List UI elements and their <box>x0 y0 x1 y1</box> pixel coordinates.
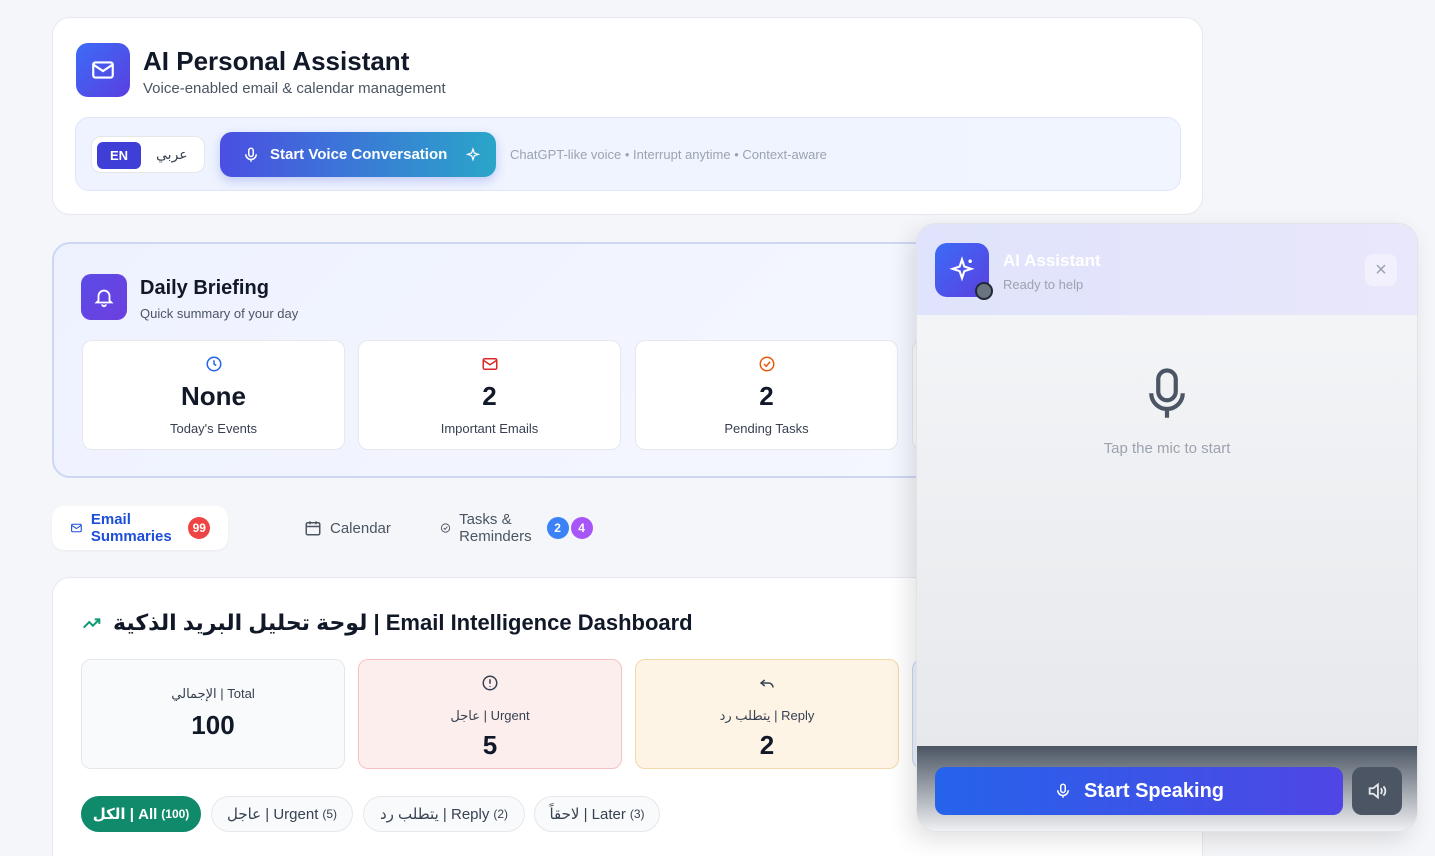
sparkles-icon <box>466 146 481 162</box>
mail-icon <box>71 523 82 533</box>
mail-icon <box>76 43 130 97</box>
status-indicator <box>975 282 993 300</box>
tab-email-summaries[interactable]: Email Summaries 99 <box>52 506 229 550</box>
header-card: AI Personal Assistant Voice-enabled emai… <box>52 17 1203 215</box>
tap-mic-hint: Tap the mic to start <box>1103 440 1231 457</box>
metric-value: 2 <box>759 730 775 760</box>
dashboard-title: لوحة تحليل البريد الذكية | Email Intelli… <box>81 610 693 636</box>
trending-up-icon <box>83 618 101 629</box>
metric-urgent[interactable]: عاجل | Urgent 5 <box>358 659 622 769</box>
stat-tasks[interactable]: 2 Pending Tasks <box>635 340 898 450</box>
unread-count-badge: 99 <box>188 517 211 539</box>
stat-events[interactable]: None Today's Events <box>82 340 345 450</box>
lang-en-button[interactable]: EN <box>97 142 141 169</box>
filter-urgent-chip[interactable]: عاجل | Urgent (5) <box>211 796 353 832</box>
metric-label: الإجمالي | Total <box>171 686 255 701</box>
dashboard-title-text: لوحة تحليل البريد الذكية | Email Intelli… <box>113 610 693 635</box>
chip-label: لاحقاً | Later <box>549 806 626 823</box>
bell-icon <box>81 274 127 320</box>
close-icon[interactable]: × <box>1365 254 1397 286</box>
metric-label: يتطلب رد | Reply <box>719 708 815 723</box>
chip-count: (100) <box>161 807 190 821</box>
daily-briefing-card: Daily Briefing Quick summary of your day… <box>52 242 932 478</box>
metric-value: 5 <box>482 730 498 760</box>
reminders-count-badge: 4 <box>570 517 593 539</box>
filter-all-chip[interactable]: الكل | All (100) <box>81 796 201 832</box>
briefing-title: Daily Briefing <box>140 277 269 299</box>
calendar-icon <box>305 521 321 536</box>
mail-icon <box>481 355 499 378</box>
briefing-subtitle: Quick summary of your day <box>140 306 299 321</box>
assistant-header: AI Assistant Ready to help × <box>917 224 1417 315</box>
control-bar: EN عربي Start Voice Conversation ChatGPT… <box>75 117 1181 191</box>
assistant-footer: Start Speaking <box>917 746 1417 831</box>
start-voice-conversation-button[interactable]: Start Voice Conversation <box>220 132 496 177</box>
metric-reply[interactable]: يتطلب رد | Reply 2 <box>635 659 899 769</box>
stat-label: Pending Tasks <box>724 421 809 436</box>
check-circle-icon <box>758 355 776 378</box>
tab-tasks-reminders[interactable]: Tasks & Reminders 2 4 <box>440 506 593 550</box>
stat-value: None <box>181 381 246 411</box>
assistant-status: Ready to help <box>1003 277 1084 292</box>
tab-label: Tasks & Reminders <box>459 511 532 545</box>
tab-calendar[interactable]: Calendar <box>304 506 391 550</box>
chip-count: (2) <box>493 807 509 821</box>
app-subtitle: Voice-enabled email & calendar managemen… <box>143 80 446 97</box>
tab-label: Calendar <box>330 519 391 537</box>
clock-icon <box>205 355 223 378</box>
ai-assistant-panel: AI Assistant Ready to help × Tap the mic… <box>916 223 1418 832</box>
reply-icon <box>758 674 776 697</box>
speak-button-label: Start Speaking <box>1083 779 1225 802</box>
stat-label: Today's Events <box>169 421 258 436</box>
filter-later-chip[interactable]: لاحقاً | Later (3) <box>534 796 660 832</box>
lang-ar-button[interactable]: عربي <box>156 146 188 163</box>
stat-value: 2 <box>482 381 497 411</box>
stat-value: 2 <box>759 381 774 411</box>
speaker-icon[interactable] <box>1352 767 1402 815</box>
chip-label: الكل | All <box>92 806 158 823</box>
alert-circle-icon <box>481 674 499 697</box>
start-speaking-button[interactable]: Start Speaking <box>935 767 1343 815</box>
check-circle-icon <box>440 523 451 533</box>
chip-count: (5) <box>322 807 338 821</box>
metric-label: عاجل | Urgent <box>450 708 530 723</box>
voice-features-hint: ChatGPT-like voice • Interrupt anytime •… <box>510 147 827 162</box>
tab-label: Email Summaries <box>90 511 172 545</box>
filter-reply-chip[interactable]: يتطلب رد | Reply (2) <box>363 796 525 832</box>
app-title: AI Personal Assistant <box>143 46 410 76</box>
mic-icon[interactable] <box>1146 367 1188 428</box>
tasks-count-badge: 2 <box>546 517 569 539</box>
chip-label: يتطلب رد | Reply <box>379 806 490 823</box>
metric-total[interactable]: الإجمالي | Total 100 <box>81 659 345 769</box>
stat-label: Important Emails <box>440 421 539 436</box>
stat-emails[interactable]: 2 Important Emails <box>358 340 621 450</box>
chip-count: (3) <box>629 807 645 821</box>
mic-icon <box>245 147 257 162</box>
metric-value: 100 <box>191 710 235 740</box>
language-switch: EN عربي <box>91 136 205 173</box>
voice-button-label: Start Voice Conversation <box>270 146 448 163</box>
mic-icon <box>1056 783 1069 798</box>
assistant-title: AI Assistant <box>1003 251 1101 270</box>
chip-label: عاجل | Urgent <box>226 806 319 823</box>
